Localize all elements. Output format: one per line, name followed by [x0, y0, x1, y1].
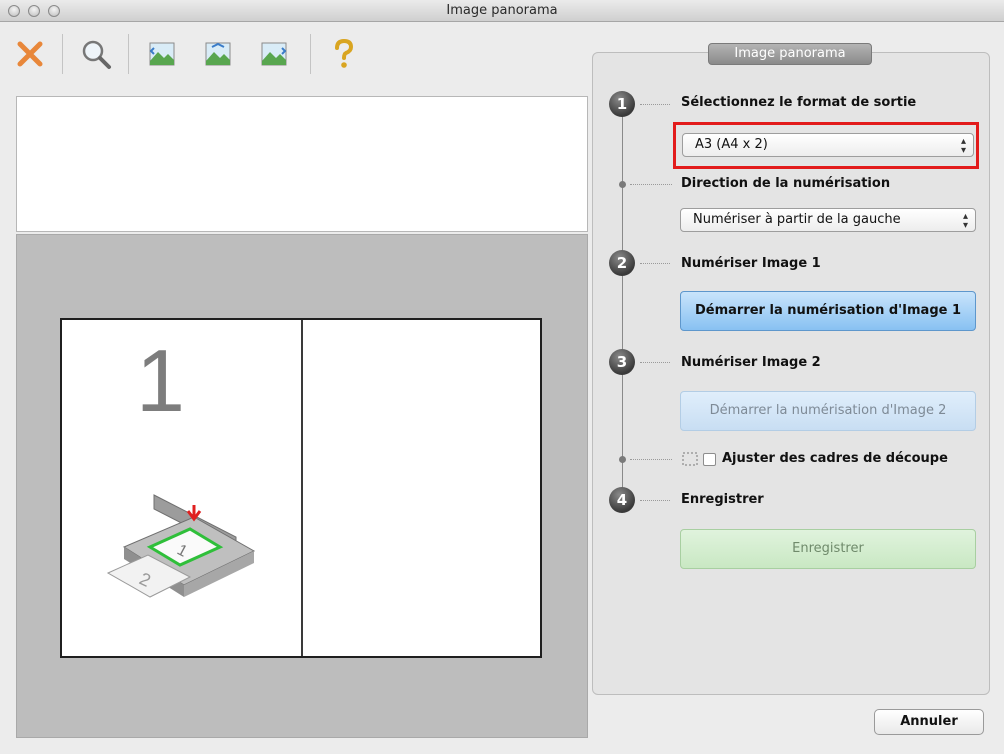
start-scan-image-2-button[interactable]: Démarrer la numérisation d'Image 2: [680, 391, 976, 431]
step-connector: [640, 362, 670, 363]
step-3-badge: 3: [609, 349, 635, 375]
help-button[interactable]: [320, 30, 368, 78]
toolbar-separator: [62, 34, 63, 74]
zoom-magnifier-icon: [82, 40, 111, 69]
delete-button[interactable]: [6, 30, 54, 78]
page-number: 1: [136, 331, 185, 430]
save-button[interactable]: Enregistrer: [680, 529, 976, 569]
crop-frame-icon: [682, 452, 698, 466]
step-4-badge: 4: [609, 487, 635, 513]
scan-direction-value: Numériser à partir de la gauche: [693, 212, 901, 227]
scan-image-1-label: Numériser Image 1: [681, 256, 821, 271]
preview-sheet: 1 2 1: [60, 318, 542, 658]
save-label: Enregistrer: [681, 492, 764, 507]
timeline-dot: [619, 456, 626, 463]
step-connector: [640, 104, 670, 105]
step-connector: [630, 184, 672, 185]
select-arrows-icon: ▴ ▾: [962, 211, 968, 231]
toolbar-separator: [128, 34, 129, 74]
steps-timeline: [622, 104, 623, 499]
timeline-dot: [619, 181, 626, 188]
output-format-label: Sélectionnez le format de sortie: [681, 95, 917, 110]
scanner-illustration-icon: 2 1: [106, 494, 256, 598]
delete-x-icon: [17, 41, 43, 67]
adjust-crop-frames-label: Ajuster des cadres de découpe: [722, 451, 948, 466]
toolbar: [0, 22, 590, 94]
help-question-icon: [335, 38, 354, 68]
scan-direction-select[interactable]: Numériser à partir de la gauche ▴ ▾: [680, 208, 976, 232]
step-2-badge: 2: [609, 250, 635, 276]
adjust-crop-frames-checkbox[interactable]: [703, 453, 716, 466]
zoom-button[interactable]: [72, 30, 120, 78]
window-title: Image panorama: [446, 3, 558, 18]
title-bar: Image panorama: [0, 0, 1004, 22]
step-connector: [640, 263, 670, 264]
step-connector: [630, 459, 672, 460]
cancel-button[interactable]: Annuler: [874, 709, 984, 735]
scan-direction-label: Direction de la numérisation: [681, 176, 891, 191]
toolbar-separator: [310, 34, 311, 74]
panorama-left-button[interactable]: [138, 30, 186, 78]
panorama-center-button[interactable]: [194, 30, 242, 78]
image-panorama-icon-2: [205, 42, 231, 66]
image-panorama-icon-1: [149, 42, 175, 66]
sheet-divider: [301, 320, 303, 656]
panel-header: Image panorama: [708, 43, 872, 65]
preview-area: 1 2 1: [16, 234, 588, 738]
image-panorama-icon-3: [261, 42, 287, 66]
panorama-right-button[interactable]: [250, 30, 298, 78]
step-connector: [640, 500, 670, 501]
start-scan-image-1-button[interactable]: Démarrer la numérisation d'Image 1: [680, 291, 976, 331]
highlight-frame: [673, 122, 979, 169]
scan-image-2-label: Numériser Image 2: [681, 355, 821, 370]
step-1-badge: 1: [609, 91, 635, 117]
thumbnail-area: [16, 96, 588, 232]
